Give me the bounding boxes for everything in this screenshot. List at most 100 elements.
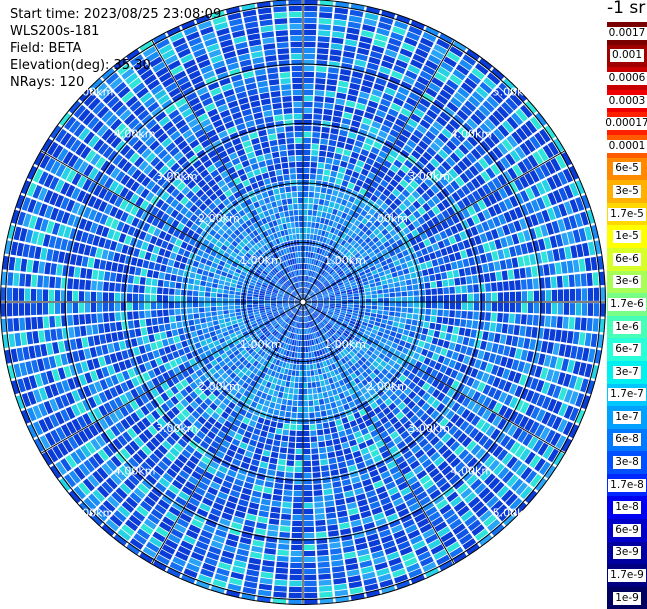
- sector-cell: [121, 284, 127, 292]
- sector-cell: [334, 203, 340, 209]
- sector-cell: [319, 586, 332, 592]
- sector-cell: [291, 412, 296, 418]
- sector-cell: [249, 439, 257, 446]
- sector-cell: [324, 398, 330, 404]
- sector-cell: [260, 19, 273, 26]
- sector-cell: [371, 313, 377, 317]
- sector-cell: [402, 302, 407, 307]
- sector-cell: [337, 87, 347, 94]
- sector-cell: [304, 24, 316, 30]
- sector-cell: [272, 103, 281, 109]
- sector-cell: [7, 303, 13, 316]
- sector-cell: [103, 313, 109, 322]
- sector-cell: [432, 303, 437, 309]
- sector-cell: [265, 116, 274, 123]
- sector-cell: [311, 436, 318, 442]
- sector-cell: [105, 333, 112, 343]
- sector-cell: [399, 323, 405, 329]
- sector-cell: [271, 201, 277, 207]
- sector-cell: [300, 353, 303, 358]
- sector-cell: [371, 309, 377, 313]
- sector-cell: [25, 303, 31, 315]
- sector-cell: [174, 336, 181, 343]
- sector-cell: [480, 341, 487, 350]
- sector-cell: [199, 302, 204, 307]
- sector-cell: [329, 421, 336, 427]
- sector-cell: [260, 167, 267, 174]
- sector-cell: [310, 228, 314, 234]
- sector-cell: [294, 216, 298, 221]
- sector-cell: [256, 404, 263, 411]
- sector-cell: [201, 275, 207, 281]
- sector-cell: [353, 185, 360, 192]
- sector-cell: [304, 156, 311, 161]
- sector-cell: [292, 247, 295, 253]
- sector-cell: [349, 401, 356, 408]
- sector-cell: [319, 199, 324, 205]
- sector-cell: [351, 476, 360, 483]
- sector-cell: [416, 347, 423, 354]
- sector-cell: [273, 391, 279, 397]
- sector-cell: [303, 216, 307, 221]
- sector-cell: [331, 475, 340, 482]
- sector-cell: [347, 27, 360, 34]
- sector-cell: [236, 288, 242, 292]
- sector-cell: [292, 84, 302, 89]
- sector-cell: [325, 97, 335, 103]
- sector-cell: [441, 325, 447, 332]
- sector-cell: [380, 323, 386, 328]
- sector-cell: [44, 330, 51, 342]
- sector-cell: [273, 489, 282, 495]
- sector-cell: [303, 252, 305, 257]
- sector-cell: [99, 260, 106, 270]
- sector-cell: [248, 310, 254, 313]
- sector-cell: [271, 452, 279, 458]
- sector-cell: [541, 341, 548, 353]
- sector-cell: [169, 303, 174, 309]
- sector-cell: [366, 306, 371, 309]
- sector-cell: [304, 90, 313, 95]
- sector-cell: [323, 206, 328, 212]
- sector-cell: [268, 73, 279, 79]
- sector-cell: [286, 406, 291, 412]
- sector-cell: [287, 198, 292, 204]
- sector-cell: [296, 341, 299, 346]
- sector-cell: [284, 211, 289, 217]
- sector-cell: [297, 180, 302, 185]
- sector-cell: [154, 263, 161, 271]
- sector-cell: [115, 303, 120, 311]
- sector-cell: [116, 273, 122, 282]
- sector-cell: [37, 303, 43, 315]
- sector-cell: [255, 118, 264, 125]
- sector-cell: [249, 95, 259, 102]
- sector-cell: [50, 329, 57, 341]
- sector-cell: [261, 572, 274, 579]
- sector-cell: [290, 30, 302, 36]
- sector-cell: [151, 295, 156, 302]
- sector-cell: [445, 333, 452, 341]
- sector-cell: [281, 218, 286, 224]
- sector-cell: [335, 98, 345, 105]
- sector-cell: [296, 365, 299, 370]
- sector-cell: [341, 417, 348, 424]
- sector-cell: [279, 386, 284, 392]
- sector-cell: [298, 347, 301, 352]
- sector-cell: [303, 389, 307, 394]
- sector-cell: [300, 365, 303, 370]
- sector-cell: [310, 370, 314, 376]
- sector-cell: [304, 479, 312, 484]
- sector-cell: [337, 456, 345, 463]
- sector-cell: [448, 318, 454, 325]
- sector-cell: [299, 264, 301, 269]
- sector-cell: [145, 286, 151, 293]
- sector-cell: [285, 126, 293, 132]
- sector-cell: [345, 453, 353, 460]
- sector-cell: [274, 586, 287, 592]
- sector-cell: [443, 310, 449, 317]
- sector-cell: [303, 234, 306, 239]
- sector-cell: [263, 110, 272, 117]
- sector-cell: [517, 337, 524, 348]
- sector-cell: [273, 109, 282, 115]
- sector-cell: [288, 448, 295, 454]
- sector-cell: [333, 159, 340, 166]
